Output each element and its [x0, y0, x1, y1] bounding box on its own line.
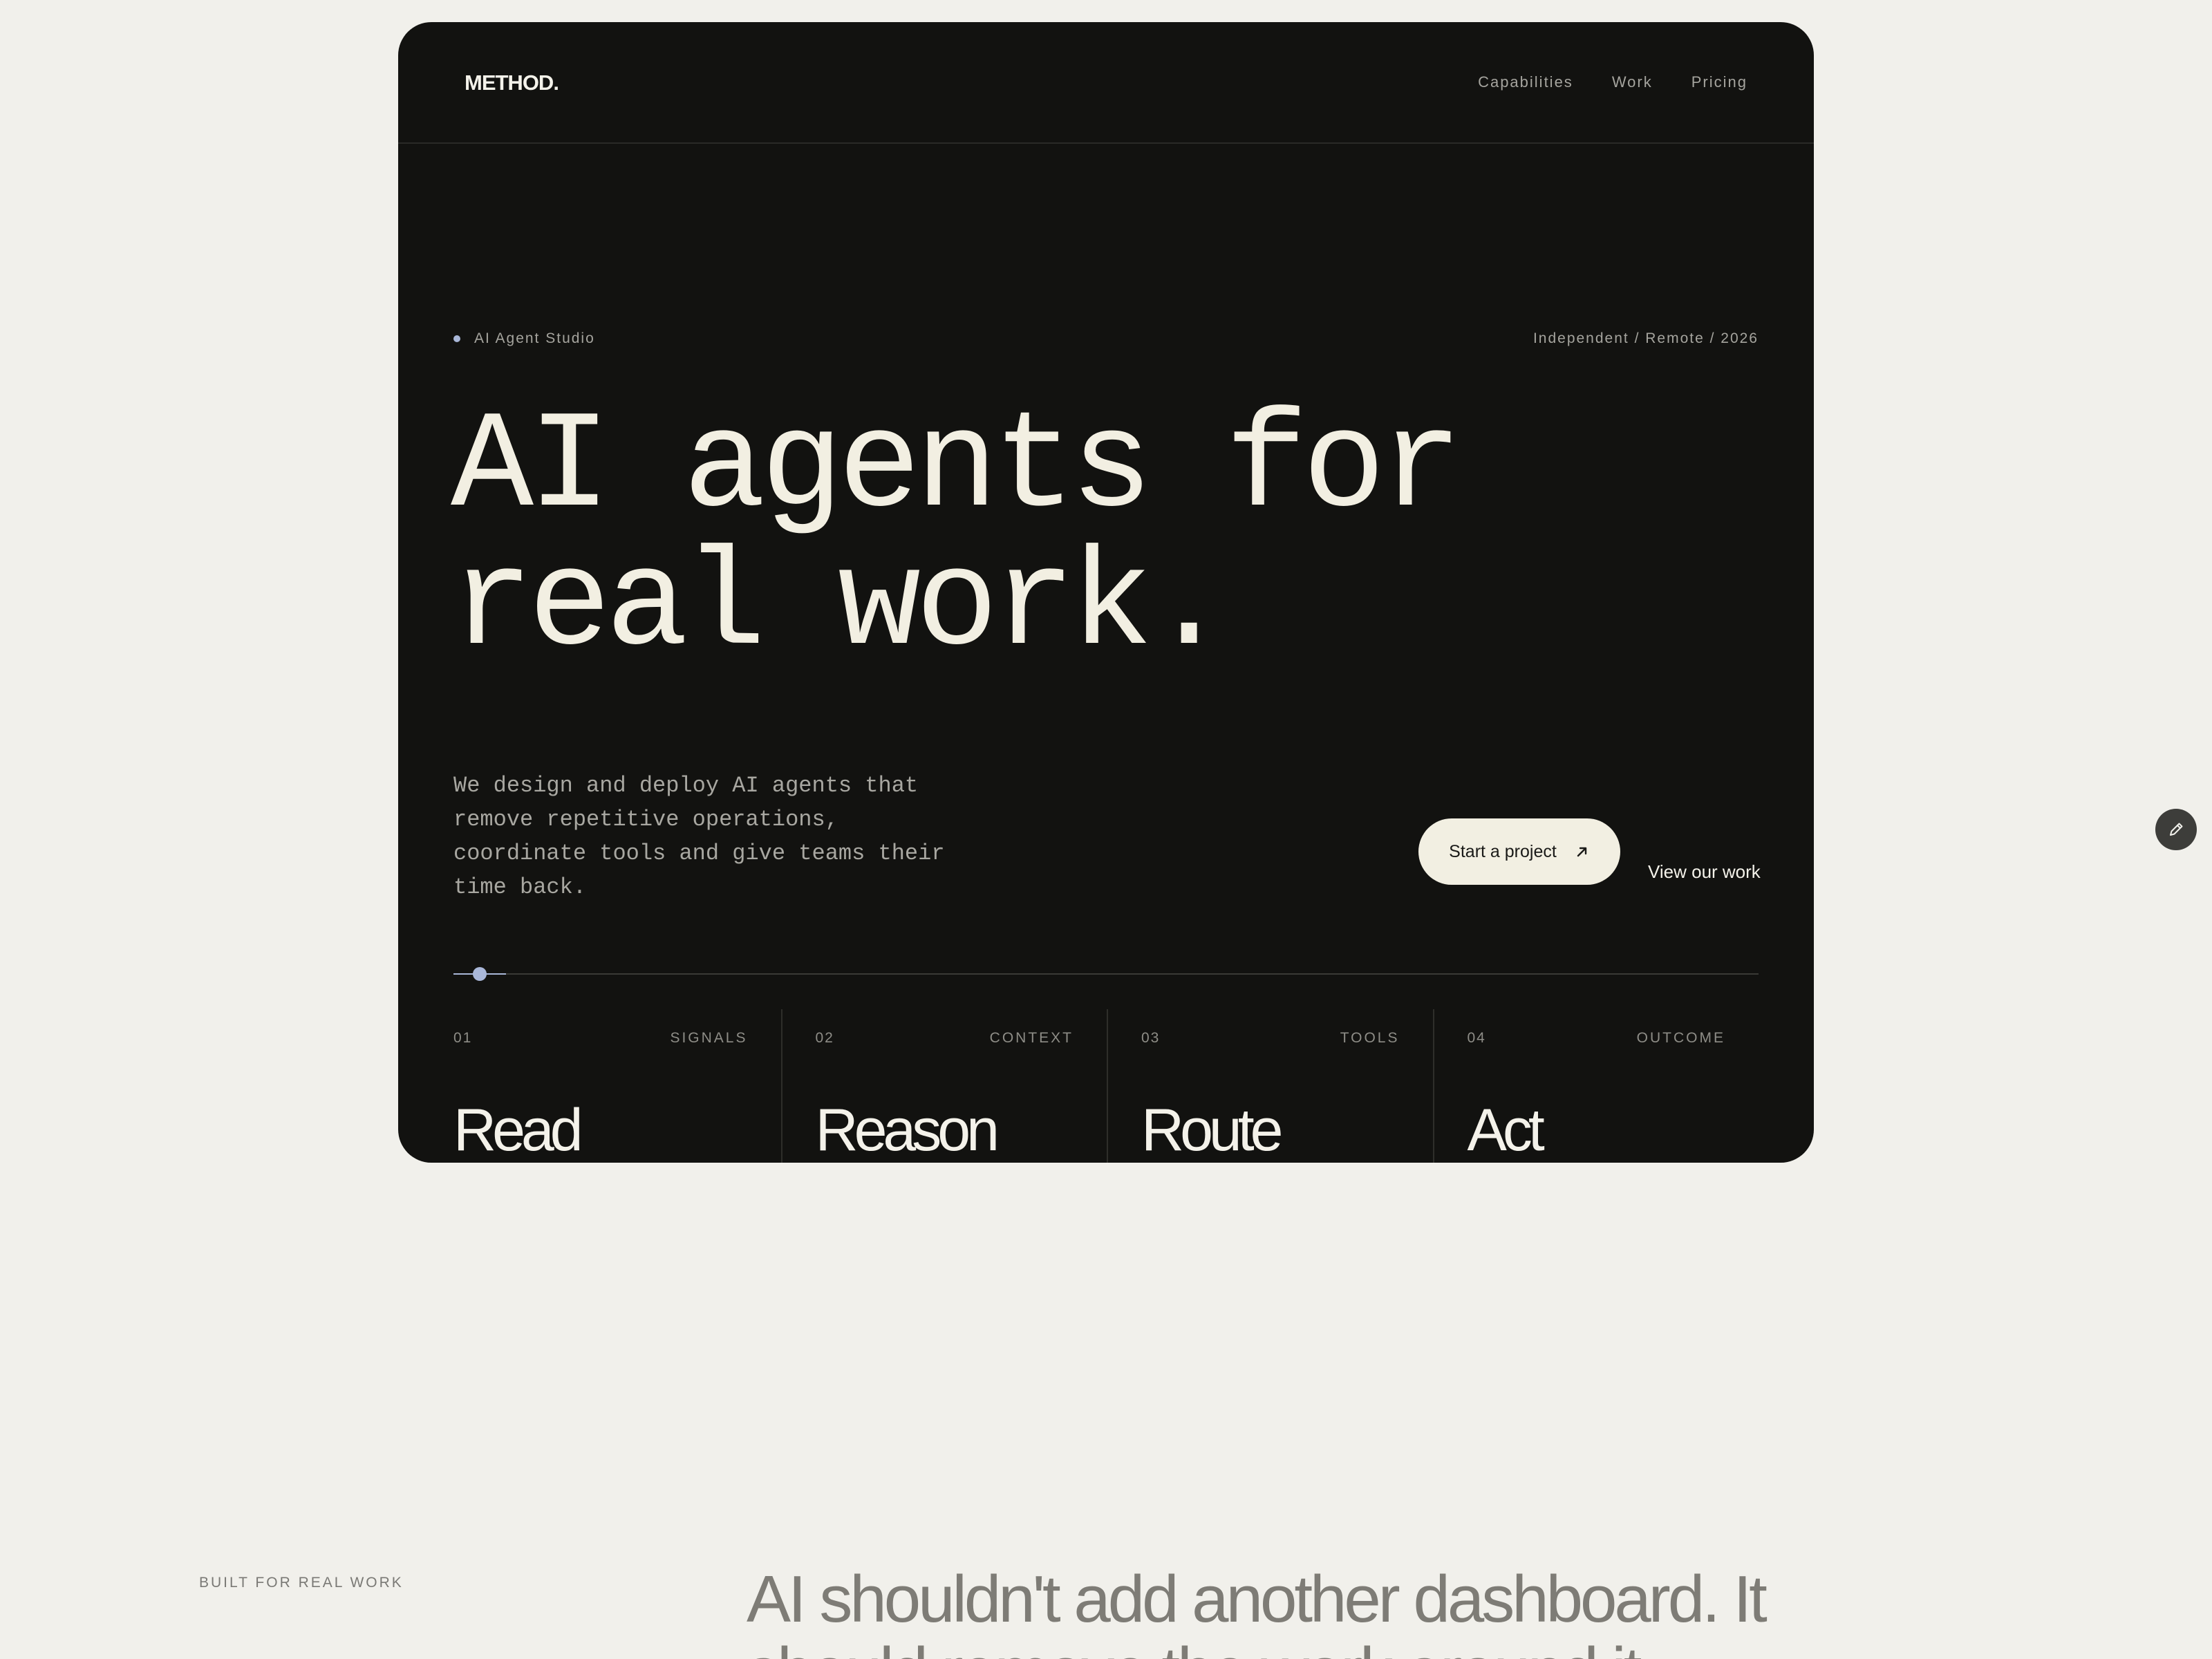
nav-link-work[interactable]: Work	[1612, 73, 1653, 91]
step-read[interactable]: 01 SIGNALS Read	[453, 1009, 781, 1163]
step-number: 04	[1467, 1030, 1486, 1046]
start-project-label: Start a project	[1449, 841, 1557, 861]
arrow-up-right-icon	[1577, 847, 1587, 857]
view-work-link[interactable]: View our work	[1648, 861, 1761, 883]
step-route[interactable]: 03 TOOLS Route	[1107, 1009, 1433, 1163]
hero-description: We design and deploy AI agents that remo…	[453, 773, 945, 900]
section-label: BUILT FOR REAL WORK	[199, 1575, 404, 1591]
hero-headline: AI agents for real work.	[451, 390, 1463, 685]
eyebrow-dot	[453, 335, 460, 342]
nav-link-pricing[interactable]: Pricing	[1691, 73, 1747, 91]
edit-button[interactable]	[2155, 809, 2197, 850]
step-number: 02	[815, 1030, 834, 1046]
progress-knob[interactable]	[473, 967, 487, 981]
hero-card: METHOD. Capabilities Work Pricing AI Age…	[398, 22, 1814, 1163]
step-reason[interactable]: 02 CONTEXT Reason	[780, 1009, 1107, 1163]
hero-meta: Independent / Remote / 2026	[1533, 330, 1759, 346]
steps-row: 01 SIGNALS Read 02 CONTEXT Reason 03 TOO…	[453, 1009, 1759, 1163]
nav-links: Capabilities Work Pricing	[1478, 73, 1747, 91]
step-tag: SIGNALS	[670, 1030, 748, 1046]
headline-line-2: real work.	[451, 528, 1230, 685]
logo[interactable]: METHOD.	[465, 71, 559, 95]
nav-link-capabilities[interactable]: Capabilities	[1478, 73, 1573, 91]
step-number: 01	[453, 1030, 473, 1046]
step-number: 03	[1141, 1030, 1161, 1046]
step-title: Act	[1467, 1097, 1545, 1163]
eyebrow-text: AI Agent Studio	[474, 330, 595, 346]
start-project-button[interactable]: Start a project	[1418, 818, 1620, 885]
top-nav: METHOD. Capabilities Work Pricing	[398, 22, 1814, 144]
progress-track	[453, 973, 1759, 975]
section-statement: AI shouldn't add another dashboard. It s…	[747, 1564, 1768, 1659]
step-tag: TOOLS	[1340, 1030, 1400, 1046]
step-title: Read	[453, 1097, 583, 1163]
step-title: Route	[1141, 1097, 1283, 1163]
eyebrow: AI Agent Studio	[453, 330, 595, 347]
step-tag: CONTEXT	[989, 1030, 1074, 1046]
step-title: Reason	[815, 1097, 1000, 1163]
pencil-icon	[2170, 823, 2183, 836]
step-act[interactable]: 04 OUTCOME Act	[1432, 1009, 1759, 1163]
headline-line-1: AI agents for	[451, 390, 1463, 547]
step-tag: OUTCOME	[1636, 1030, 1725, 1046]
